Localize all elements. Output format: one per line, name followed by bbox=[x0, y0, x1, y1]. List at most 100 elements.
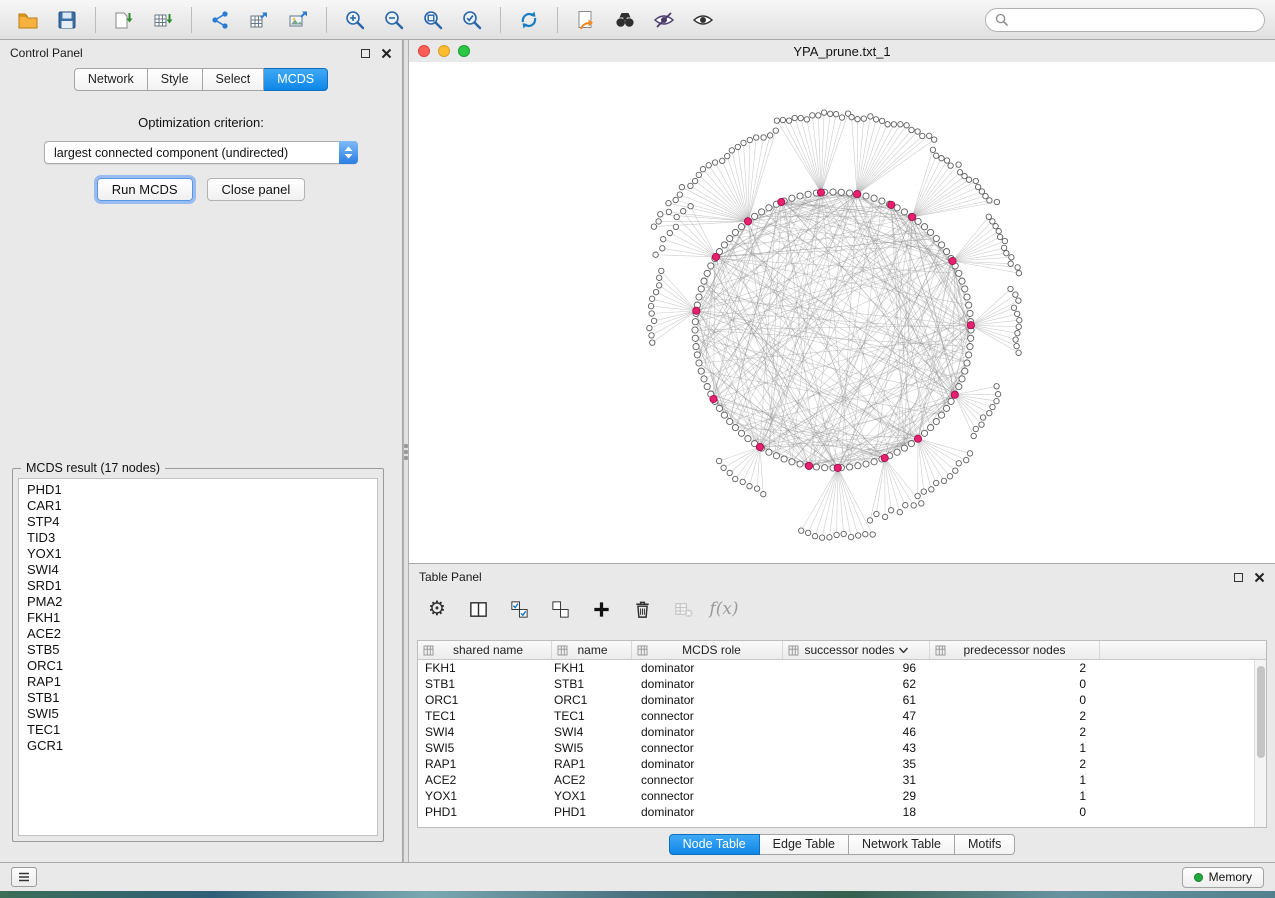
table-row[interactable]: STB1STB1dominator620 bbox=[418, 676, 1266, 692]
mcds-result-item[interactable]: SRD1 bbox=[19, 578, 377, 594]
network-node[interactable] bbox=[732, 229, 738, 235]
network-node[interactable] bbox=[879, 198, 885, 204]
network-node[interactable] bbox=[967, 310, 973, 316]
network-leaf-node[interactable] bbox=[816, 113, 821, 118]
save-session-button[interactable] bbox=[49, 5, 85, 35]
network-leaf-node[interactable] bbox=[980, 415, 985, 420]
network-leaf-node[interactable] bbox=[927, 133, 932, 138]
network-leaf-node[interactable] bbox=[754, 486, 759, 491]
network-leaf-node[interactable] bbox=[882, 514, 887, 519]
network-leaf-node[interactable] bbox=[700, 167, 705, 172]
table-row[interactable]: PHD1PHD1dominator180 bbox=[418, 804, 1266, 820]
network-node[interactable] bbox=[908, 441, 914, 447]
network-leaf-node[interactable] bbox=[979, 189, 984, 194]
network-node[interactable] bbox=[871, 195, 877, 201]
network-node[interactable] bbox=[727, 235, 733, 241]
network-leaf-node[interactable] bbox=[651, 224, 656, 229]
zoom-out-button[interactable] bbox=[376, 5, 412, 35]
network-node[interactable] bbox=[693, 344, 699, 350]
network-node[interactable] bbox=[915, 218, 921, 224]
table-row[interactable]: SWI4SWI4dominator462 bbox=[418, 724, 1266, 740]
network-node[interactable] bbox=[701, 376, 707, 382]
network-leaf-node[interactable] bbox=[679, 185, 684, 190]
network-node[interactable] bbox=[847, 190, 853, 196]
scrollbar-thumb[interactable] bbox=[1257, 666, 1265, 758]
network-node[interactable] bbox=[959, 278, 965, 284]
network-leaf-node[interactable] bbox=[821, 110, 826, 115]
network-leaf-node[interactable] bbox=[867, 518, 872, 523]
network-leaf-node[interactable] bbox=[994, 398, 999, 403]
close-panel-icon[interactable] bbox=[381, 48, 392, 59]
tab-network-table[interactable]: Network Table bbox=[849, 834, 955, 855]
network-leaf-node[interactable] bbox=[651, 318, 656, 323]
network-leaf-node[interactable] bbox=[716, 458, 721, 463]
network-node[interactable] bbox=[962, 286, 968, 292]
network-leaf-node[interactable] bbox=[810, 113, 815, 118]
network-leaf-node[interactable] bbox=[971, 433, 976, 438]
network-node[interactable] bbox=[789, 459, 795, 465]
network-leaf-node[interactable] bbox=[973, 426, 978, 431]
network-node[interactable] bbox=[805, 191, 811, 197]
network-leaf-node[interactable] bbox=[657, 275, 662, 280]
network-node[interactable] bbox=[921, 224, 927, 230]
network-leaf-node[interactable] bbox=[939, 156, 944, 161]
network-node[interactable] bbox=[863, 193, 869, 199]
mcds-result-item[interactable]: STB5 bbox=[19, 642, 377, 658]
network-node[interactable] bbox=[704, 384, 710, 390]
export-table-button[interactable] bbox=[241, 5, 277, 35]
network-leaf-node[interactable] bbox=[712, 160, 717, 165]
network-leaf-node[interactable] bbox=[1015, 265, 1020, 270]
network-leaf-node[interactable] bbox=[1008, 286, 1013, 291]
network-leaf-node[interactable] bbox=[661, 237, 666, 242]
network-leaf-node[interactable] bbox=[1017, 318, 1022, 323]
search-input[interactable] bbox=[1014, 13, 1255, 27]
network-leaf-node[interactable] bbox=[660, 246, 665, 251]
network-leaf-node[interactable] bbox=[995, 392, 1000, 397]
network-leaf-node[interactable] bbox=[990, 219, 995, 224]
network-leaf-node[interactable] bbox=[1013, 337, 1018, 342]
network-node[interactable] bbox=[738, 430, 744, 436]
network-dominator-node[interactable] bbox=[888, 201, 895, 208]
network-leaf-node[interactable] bbox=[870, 532, 875, 537]
table-row[interactable]: FKH1FKH1dominator962 bbox=[418, 660, 1266, 676]
table-row[interactable]: YOX1YOX1connector291 bbox=[418, 788, 1266, 804]
mcds-result-item[interactable]: SWI5 bbox=[19, 706, 377, 722]
network-node[interactable] bbox=[928, 229, 934, 235]
network-node[interactable] bbox=[948, 398, 954, 404]
network-leaf-node[interactable] bbox=[647, 325, 652, 330]
network-leaf-node[interactable] bbox=[839, 115, 844, 120]
network-leaf-node[interactable] bbox=[727, 470, 732, 475]
network-leaf-node[interactable] bbox=[673, 224, 678, 229]
tab-node-table[interactable]: Node Table bbox=[669, 834, 760, 855]
network-leaf-node[interactable] bbox=[953, 468, 958, 473]
network-leaf-node[interactable] bbox=[915, 493, 920, 498]
column-menu-chevron-icon[interactable] bbox=[899, 647, 908, 653]
mcds-result-item[interactable]: PHD1 bbox=[19, 482, 377, 498]
mcds-result-item[interactable]: YOX1 bbox=[19, 546, 377, 562]
mcds-result-item[interactable]: ACE2 bbox=[19, 626, 377, 642]
criterion-select[interactable]: largest connected component (undirected) bbox=[44, 141, 358, 164]
network-leaf-node[interactable] bbox=[863, 532, 868, 537]
network-leaf-node[interactable] bbox=[648, 303, 653, 308]
search-box[interactable] bbox=[985, 8, 1265, 32]
table-row[interactable]: RAP1RAP1dominator352 bbox=[418, 756, 1266, 772]
network-node[interactable] bbox=[939, 242, 945, 248]
network-node[interactable] bbox=[716, 405, 722, 411]
network-node[interactable] bbox=[708, 263, 714, 269]
network-leaf-node[interactable] bbox=[919, 501, 924, 506]
network-leaf-node[interactable] bbox=[681, 209, 686, 214]
network-node[interactable] bbox=[894, 449, 900, 455]
mcds-result-item[interactable]: PMA2 bbox=[19, 594, 377, 610]
network-node[interactable] bbox=[968, 335, 974, 341]
network-leaf-node[interactable] bbox=[948, 163, 953, 168]
network-leaf-node[interactable] bbox=[956, 162, 961, 167]
network-dominator-node[interactable] bbox=[778, 198, 785, 205]
network-leaf-node[interactable] bbox=[834, 532, 839, 537]
select-all-button[interactable] bbox=[507, 597, 531, 621]
network-leaf-node[interactable] bbox=[962, 173, 967, 178]
network-leaf-node[interactable] bbox=[975, 184, 980, 189]
import-network-button[interactable] bbox=[106, 5, 142, 35]
network-dominator-node[interactable] bbox=[693, 307, 700, 314]
network-leaf-node[interactable] bbox=[673, 197, 678, 202]
network-leaf-node[interactable] bbox=[706, 163, 711, 168]
